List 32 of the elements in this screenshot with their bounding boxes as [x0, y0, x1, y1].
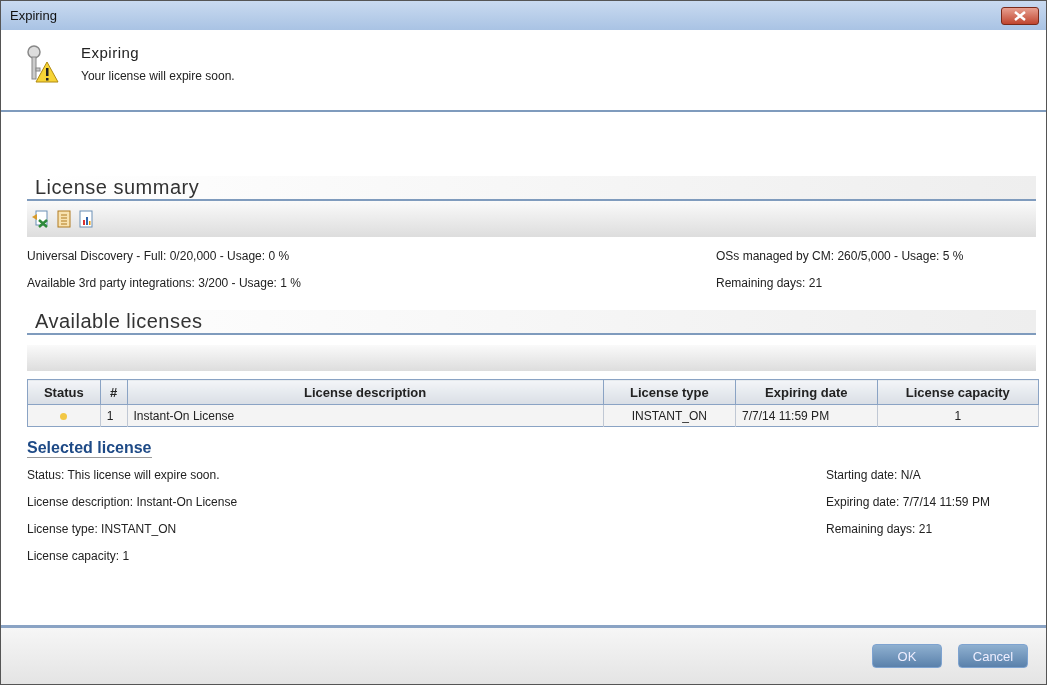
section-heading: Available licenses: [27, 310, 1036, 335]
close-icon: [1014, 10, 1026, 21]
chart-document-icon[interactable]: [79, 210, 93, 228]
window-title: Expiring: [10, 8, 57, 23]
header-message: Your license will expire soon.: [81, 69, 235, 83]
detail-text: Remaining days: 21: [826, 522, 934, 536]
summary-text: Available 3rd party integrations: 3/200 - Usage: 1 %: [27, 276, 301, 290]
table-cell: Instant-On License: [127, 404, 604, 427]
summary-text: Universal Discovery - Full: 0/20,000 - Usage: 0 %: [27, 249, 291, 263]
column-header[interactable]: License type: [603, 379, 736, 405]
summary-text: Remaining days: 21: [716, 276, 824, 290]
column-header[interactable]: Expiring date: [735, 379, 878, 405]
table-cell: 1: [877, 404, 1039, 427]
section-heading: Selected license: [27, 439, 152, 458]
close-button[interactable]: [1001, 6, 1039, 25]
column-header[interactable]: Status: [27, 379, 101, 405]
detail-text: Expiring date: 7/7/14 11:59 PM: [826, 495, 991, 509]
detail-text: License capacity: 1: [27, 549, 131, 563]
detail-text: License type: INSTANT_ON: [27, 522, 178, 536]
table-cell: INSTANT_ON: [603, 404, 736, 427]
section-heading: License summary: [27, 176, 1036, 201]
column-header[interactable]: #: [100, 379, 127, 405]
detail-text: Status: This license will expire soon.: [27, 468, 221, 482]
column-header[interactable]: License description: [127, 379, 604, 405]
key-warning-icon: [25, 44, 59, 84]
header-title: Expiring: [81, 44, 141, 61]
column-header[interactable]: License capacity: [877, 379, 1039, 405]
table-cell: 7/7/14 11:59 PM: [735, 404, 878, 427]
detail-text: License description: Instant-On License: [27, 495, 238, 509]
detail-text: Starting date: N/A: [826, 468, 922, 482]
export-excel-icon[interactable]: [31, 210, 49, 228]
summary-text: OSs managed by CM: 260/5,000 - Usage: 5 %: [716, 249, 965, 263]
